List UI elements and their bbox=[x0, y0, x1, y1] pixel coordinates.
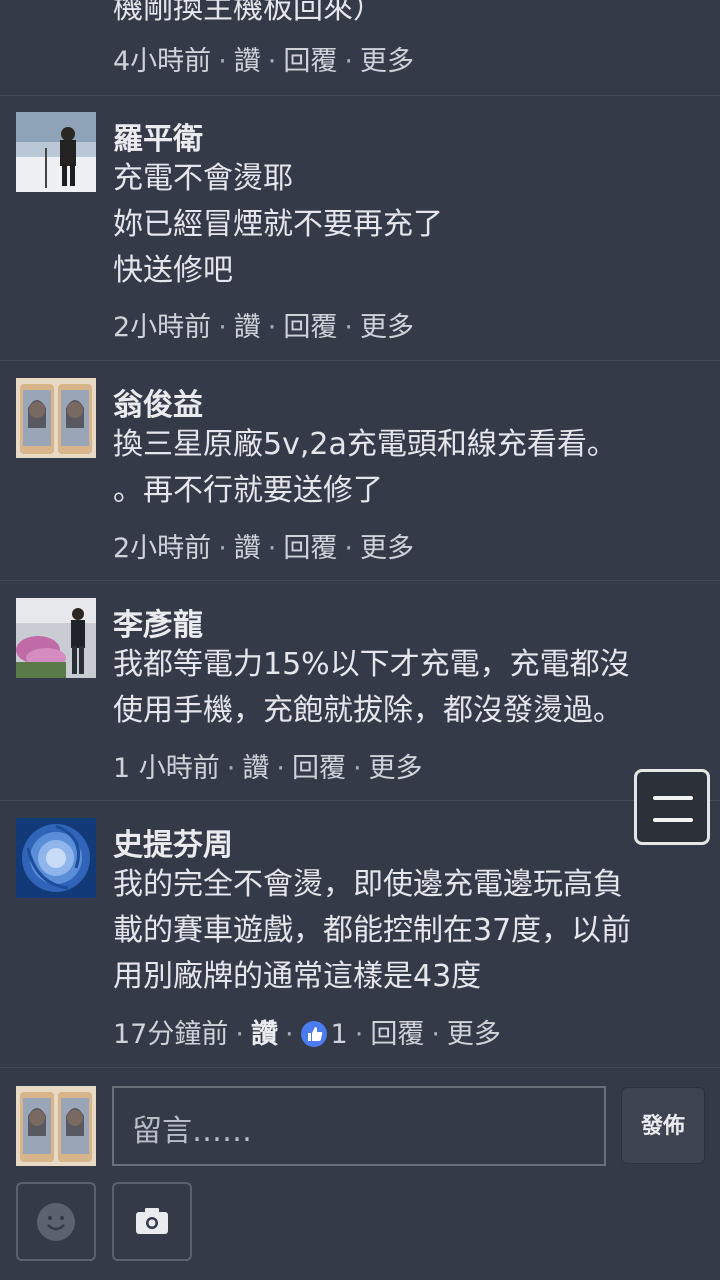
comment-text: 我的完全不會燙，即使邊充電邊玩高負 載的賽車遊戲，都能控制在37度，以前 用別廠… bbox=[113, 867, 632, 994]
camera-icon bbox=[136, 1208, 168, 1234]
commenter-name[interactable]: 李彥龍 bbox=[113, 600, 203, 644]
emoji-button[interactable] bbox=[16, 1182, 96, 1261]
avatar[interactable] bbox=[16, 112, 96, 192]
comment-item: 翁俊益 換三星原廠5v,2a充電頭和線充看看。 。再不行就要送修了 2小時前 · 讚… bbox=[0, 361, 720, 581]
avatar[interactable] bbox=[16, 598, 96, 678]
like-link[interactable]: 讚 bbox=[242, 746, 269, 785]
comment-time[interactable]: 17分鐘前 bbox=[113, 1012, 228, 1051]
comment-time[interactable]: 2小時前 bbox=[113, 526, 211, 565]
reply-link[interactable]: 回覆 bbox=[283, 305, 337, 344]
reply-link[interactable]: 回覆 bbox=[283, 39, 337, 78]
more-link[interactable]: 更多 bbox=[360, 39, 414, 78]
comment-item: 羅平衛 充電不會燙耶 妳已經冒煙就不要再充了 快送修吧 2小時前 · 讚 · 回覆 · 更多 bbox=[0, 96, 720, 361]
camera-button[interactable] bbox=[112, 1182, 192, 1261]
comment-item: 李彥龍 我都等電力15%以下才充電，充電都沒 使用手機，充飽就拔除，都沒發燙過。… bbox=[0, 581, 720, 801]
like-count[interactable]: 1 bbox=[331, 1019, 348, 1050]
more-link[interactable]: 更多 bbox=[360, 526, 414, 565]
comment-time[interactable]: 4小時前 bbox=[113, 39, 211, 78]
own-avatar bbox=[16, 1086, 96, 1166]
emoji-icon bbox=[37, 1203, 75, 1241]
comment-text: 充電不會燙耶 妳已經冒煙就不要再充了 快送修吧 bbox=[113, 161, 443, 288]
comment-item: 史提芬周 我的完全不會燙，即使邊充電邊玩高負 載的賽車遊戲，都能控制在37度，以… bbox=[0, 801, 720, 1068]
like-link[interactable]: 讚 bbox=[234, 305, 261, 344]
like-link[interactable]: 讚 bbox=[251, 1012, 278, 1051]
reply-link[interactable]: 回覆 bbox=[370, 1012, 424, 1051]
comment-input[interactable]: 留言…… bbox=[112, 1086, 606, 1166]
reply-link[interactable]: 回覆 bbox=[292, 746, 346, 785]
reply-link[interactable]: 回覆 bbox=[283, 526, 337, 565]
comment-meta: 2小時前 · 讚 · 回覆 · 更多 bbox=[113, 305, 414, 344]
comment-text: 換三星原廠5v,2a充電頭和線充看看。 。再不行就要送修了 bbox=[113, 427, 617, 508]
comment-time[interactable]: 2小時前 bbox=[113, 305, 211, 344]
more-link[interactable]: 更多 bbox=[447, 1012, 501, 1051]
comment-meta: 4小時前 · 讚 · 回覆 · 更多 bbox=[113, 39, 414, 78]
avatar[interactable] bbox=[16, 378, 96, 458]
commenter-name[interactable]: 翁俊益 bbox=[113, 380, 203, 424]
more-link[interactable]: 更多 bbox=[369, 746, 423, 785]
avatar[interactable] bbox=[16, 818, 96, 898]
menu-icon[interactable] bbox=[634, 769, 710, 845]
comment-meta: 17分鐘前 · 讚 · 1 · 回覆 · 更多 bbox=[113, 1012, 501, 1051]
post-button[interactable]: 發佈 bbox=[621, 1087, 705, 1164]
comment-meta: 1 小時前 · 讚 · 回覆 · 更多 bbox=[113, 746, 423, 785]
comment-text: 我都等電力15%以下才充電，充電都沒 使用手機，充飽就拔除，都沒發燙過。 bbox=[113, 647, 630, 728]
commenter-name[interactable]: 史提芬周 bbox=[113, 820, 233, 864]
comment-item: 機剛換主機板回來） 4小時前 · 讚 · 回覆 · 更多 bbox=[0, 0, 720, 96]
more-link[interactable]: 更多 bbox=[360, 305, 414, 344]
like-link[interactable]: 讚 bbox=[234, 526, 261, 565]
like-link[interactable]: 讚 bbox=[234, 39, 261, 78]
comment-meta: 2小時前 · 讚 · 回覆 · 更多 bbox=[113, 526, 414, 565]
comment-time[interactable]: 1 小時前 bbox=[113, 746, 220, 785]
thumbs-up-icon bbox=[300, 1021, 327, 1047]
commenter-name[interactable]: 羅平衛 bbox=[113, 114, 203, 158]
comment-text: 機剛換主機板回來） bbox=[113, 0, 383, 26]
